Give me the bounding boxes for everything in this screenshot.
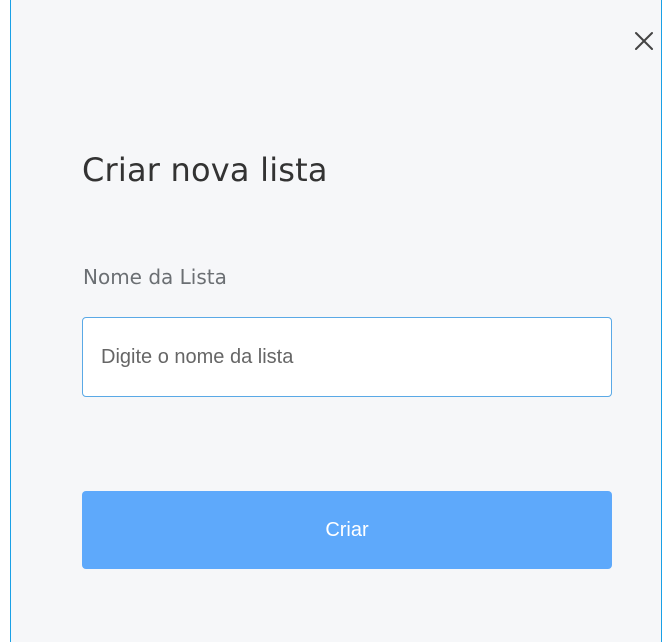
list-name-input[interactable] xyxy=(82,317,612,397)
list-name-label: Nome da Lista xyxy=(83,265,227,289)
create-button[interactable]: Criar xyxy=(82,491,612,569)
close-icon xyxy=(635,32,653,50)
dialog-title: Criar nova lista xyxy=(82,151,328,189)
close-button[interactable] xyxy=(633,30,655,52)
create-list-dialog: Criar nova lista Nome da Lista Criar xyxy=(10,0,662,642)
